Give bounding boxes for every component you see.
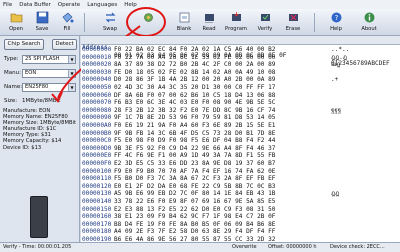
toolbar-separator bbox=[84, 13, 85, 32]
type-label: Type: bbox=[4, 56, 19, 62]
swap-arrows-icon bbox=[105, 12, 115, 23]
program-chip-icon bbox=[231, 12, 241, 21]
name-label: Name: bbox=[4, 84, 23, 90]
menu-data-buffer[interactable]: Data Buffer bbox=[19, 2, 51, 8]
paint-bucket-icon bbox=[62, 12, 73, 23]
manu-select[interactable]: EON ▼ bbox=[22, 69, 76, 78]
erase-label: Erase bbox=[285, 26, 301, 32]
floppy-disk-icon bbox=[36, 11, 48, 24]
chevron-down-icon[interactable]: ▼ bbox=[68, 70, 75, 77]
size-value: 1MByte/8MBit bbox=[22, 98, 61, 104]
chip-info-panel: Chip Search Detect Type: 25 SPI FLASH ▼ … bbox=[0, 36, 80, 242]
program-button[interactable]: Program bbox=[224, 10, 248, 35]
chip-details: Manufacture: EON Memory Name: EN25F80 Me… bbox=[3, 108, 76, 151]
folder-open-icon bbox=[10, 13, 22, 23]
about-button[interactable]: About bbox=[357, 10, 381, 35]
toolbar-separator bbox=[314, 13, 315, 32]
hex-header: Address 00 01 02 03 04 05 06 07 08 09 0A… bbox=[81, 36, 400, 67]
chip-search-button[interactable]: Chip Search bbox=[4, 39, 44, 50]
verify-icon bbox=[260, 14, 270, 21]
status-offset: Offset: 00000000 h bbox=[268, 244, 317, 250]
menu-help[interactable]: Help bbox=[124, 2, 137, 8]
chip-image bbox=[30, 196, 48, 238]
program-label: Program bbox=[225, 26, 247, 32]
verify-button[interactable]: Verify bbox=[253, 10, 277, 35]
help-question-icon: ? bbox=[331, 12, 341, 23]
swap-button[interactable]: Swap bbox=[98, 10, 122, 35]
read-button[interactable]: Read bbox=[197, 10, 221, 35]
verify-label: Verify bbox=[257, 26, 273, 32]
detect-button[interactable]: Detect bbox=[52, 39, 77, 50]
erase-button[interactable]: Erase bbox=[281, 10, 305, 35]
fill-button[interactable]: Fill bbox=[55, 10, 79, 35]
about-label: About bbox=[361, 26, 377, 32]
chevron-down-icon[interactable]: ▼ bbox=[68, 84, 75, 91]
erase-icon bbox=[288, 14, 298, 21]
swap-label: Swap bbox=[102, 26, 117, 32]
open-label: Open bbox=[9, 26, 23, 32]
blank-button[interactable]: Blank bbox=[172, 10, 196, 35]
status-overwrite: Overwrite bbox=[232, 244, 257, 250]
menu-bar: File Data Buffer Operate Languages Help bbox=[0, 0, 400, 9]
read-label: Read bbox=[202, 26, 216, 32]
open-button[interactable]: Open bbox=[4, 10, 28, 35]
detail-device-id: Device ID: $13 bbox=[3, 144, 42, 151]
blank-label: Blank bbox=[176, 26, 192, 32]
name-value: EN25F80 bbox=[25, 84, 49, 90]
manu-value: EON bbox=[25, 70, 37, 76]
size-label: Size: bbox=[4, 98, 18, 104]
status-message: Verify - Time: 00:00:01.205 bbox=[3, 244, 72, 250]
type-value: 25 SPI FLASH bbox=[25, 56, 60, 62]
status-checksum: Device check: 2ECC... bbox=[330, 244, 385, 250]
status-bar: Verify - Time: 00:00:01.205 Overwrite Of… bbox=[0, 242, 400, 252]
fill-label: Fill bbox=[63, 26, 71, 32]
menu-languages[interactable]: Languages bbox=[87, 2, 117, 8]
menu-file[interactable]: File bbox=[3, 2, 12, 8]
blank-check-icon bbox=[179, 12, 189, 23]
toolbar: Open Save Fill Swap Blank Read Program V… bbox=[0, 9, 400, 36]
chevron-down-icon[interactable]: ▼ bbox=[68, 56, 75, 63]
save-label: Save bbox=[35, 26, 49, 32]
save-button[interactable]: Save bbox=[30, 10, 54, 35]
svg-text:?: ? bbox=[334, 14, 338, 22]
menu-operate[interactable]: Operate bbox=[58, 2, 80, 8]
annotation-circle bbox=[126, 7, 166, 37]
about-info-icon bbox=[364, 12, 374, 23]
help-label: Help bbox=[330, 26, 342, 32]
manu-label: Manu: bbox=[4, 70, 21, 76]
type-select[interactable]: 25 SPI FLASH ▼ bbox=[22, 55, 76, 64]
help-button[interactable]: ? Help bbox=[324, 10, 348, 35]
name-select[interactable]: EN25F80 ▼ bbox=[22, 83, 76, 92]
hex-editor[interactable]: Address 00 01 02 03 04 05 06 07 08 09 0A… bbox=[81, 36, 400, 242]
read-chip-icon bbox=[204, 14, 214, 23]
